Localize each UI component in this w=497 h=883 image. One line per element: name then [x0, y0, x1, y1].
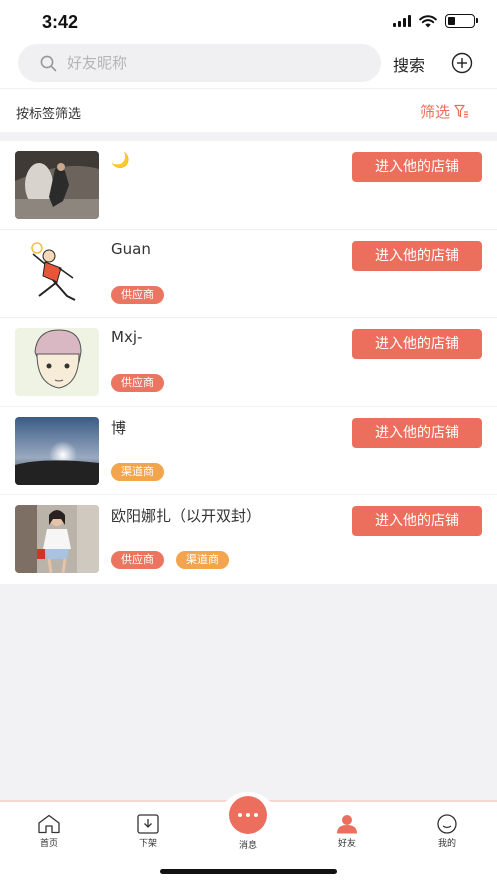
search-input[interactable] — [67, 54, 317, 72]
status-time: 3:42 — [42, 12, 79, 32]
friend-name: Mxj- — [111, 328, 143, 347]
enter-shop-button[interactable]: 进入他的店铺 — [352, 506, 482, 537]
download-box-icon — [137, 814, 159, 834]
search-box[interactable] — [18, 44, 381, 82]
avatar[interactable] — [15, 151, 99, 219]
tab-messages-label: 消息 — [238, 841, 257, 851]
friend-name: 博 — [111, 418, 127, 437]
status-icons — [393, 14, 478, 28]
channel-tag: 渠道商 — [111, 462, 164, 481]
friend-item[interactable]: 欧阳娜扎（以开双封） 供应商 渠道商 进入他的店铺 — [0, 495, 497, 584]
tag-list: 供应商 渠道商 — [111, 551, 229, 570]
filter-row: 按标签筛选 筛选 — [0, 88, 497, 132]
friend-name: 欧阳娜扎（以开双封） — [111, 507, 262, 526]
tag-list: 供应商 — [111, 374, 164, 393]
avatar[interactable] — [15, 416, 99, 485]
signal-icon — [393, 15, 411, 27]
friend-name: 🌙 — [111, 151, 130, 169]
home-indicator — [160, 869, 337, 874]
friend-item[interactable]: Mxj- 供应商 进入他的店铺 — [0, 318, 497, 407]
filter-button-label: 筛选 — [419, 103, 450, 121]
person-icon — [337, 815, 357, 834]
supplier-tag: 供应商 — [111, 374, 164, 393]
smiley-icon — [437, 814, 457, 834]
tab-home-label: 首页 — [39, 839, 58, 849]
filter-button[interactable]: 筛选 — [420, 101, 469, 122]
tab-shelf[interactable]: 下架 — [118, 814, 178, 849]
channel-tag: 渠道商 — [176, 551, 229, 570]
enter-shop-button[interactable]: 进入他的店铺 — [352, 417, 482, 448]
funnel-icon — [454, 104, 468, 118]
friend-list: 🌙 进入他的店铺 Guan 供应商 进入他的店铺 Mxj- 供应商 进入他的店铺… — [0, 141, 497, 584]
supplier-tag: 供应商 — [111, 551, 164, 570]
tab-mine-label: 我的 — [437, 839, 456, 849]
friend-item[interactable]: 博 渠道商 进入他的店铺 — [0, 407, 497, 496]
supplier-tag: 供应商 — [111, 285, 164, 304]
tab-friends-label: 好友 — [337, 839, 356, 849]
enter-shop-button[interactable]: 进入他的店铺 — [352, 240, 482, 271]
friend-item[interactable]: Guan 供应商 进入他的店铺 — [0, 230, 497, 319]
tab-home[interactable]: 首页 — [19, 814, 79, 849]
filter-label: 按标签筛选 — [16, 107, 82, 122]
home-icon — [38, 814, 60, 834]
tag-list: 供应商 — [111, 285, 164, 304]
friend-name: Guan — [111, 239, 151, 258]
avatar[interactable] — [15, 328, 99, 397]
more-dots-icon — [229, 796, 267, 834]
search-icon — [40, 55, 57, 71]
tag-list: 渠道商 — [111, 462, 164, 481]
enter-shop-button[interactable]: 进入他的店铺 — [352, 152, 482, 182]
battery-icon — [445, 14, 478, 28]
search-button[interactable]: 搜索 — [393, 52, 425, 76]
enter-shop-button[interactable]: 进入他的店铺 — [352, 329, 482, 360]
friend-item[interactable]: 🌙 进入他的店铺 — [0, 141, 497, 230]
avatar[interactable] — [15, 505, 99, 574]
tab-shelf-label: 下架 — [138, 839, 157, 849]
wifi-icon — [419, 14, 437, 27]
search-row: 搜索 — [0, 44, 497, 88]
avatar[interactable] — [15, 239, 99, 308]
add-friend-icon[interactable] — [451, 52, 473, 74]
tab-friends[interactable]: 好友 — [317, 814, 377, 849]
status-bar: 3:42 — [0, 0, 497, 44]
tab-mine[interactable]: 我的 — [417, 814, 477, 849]
